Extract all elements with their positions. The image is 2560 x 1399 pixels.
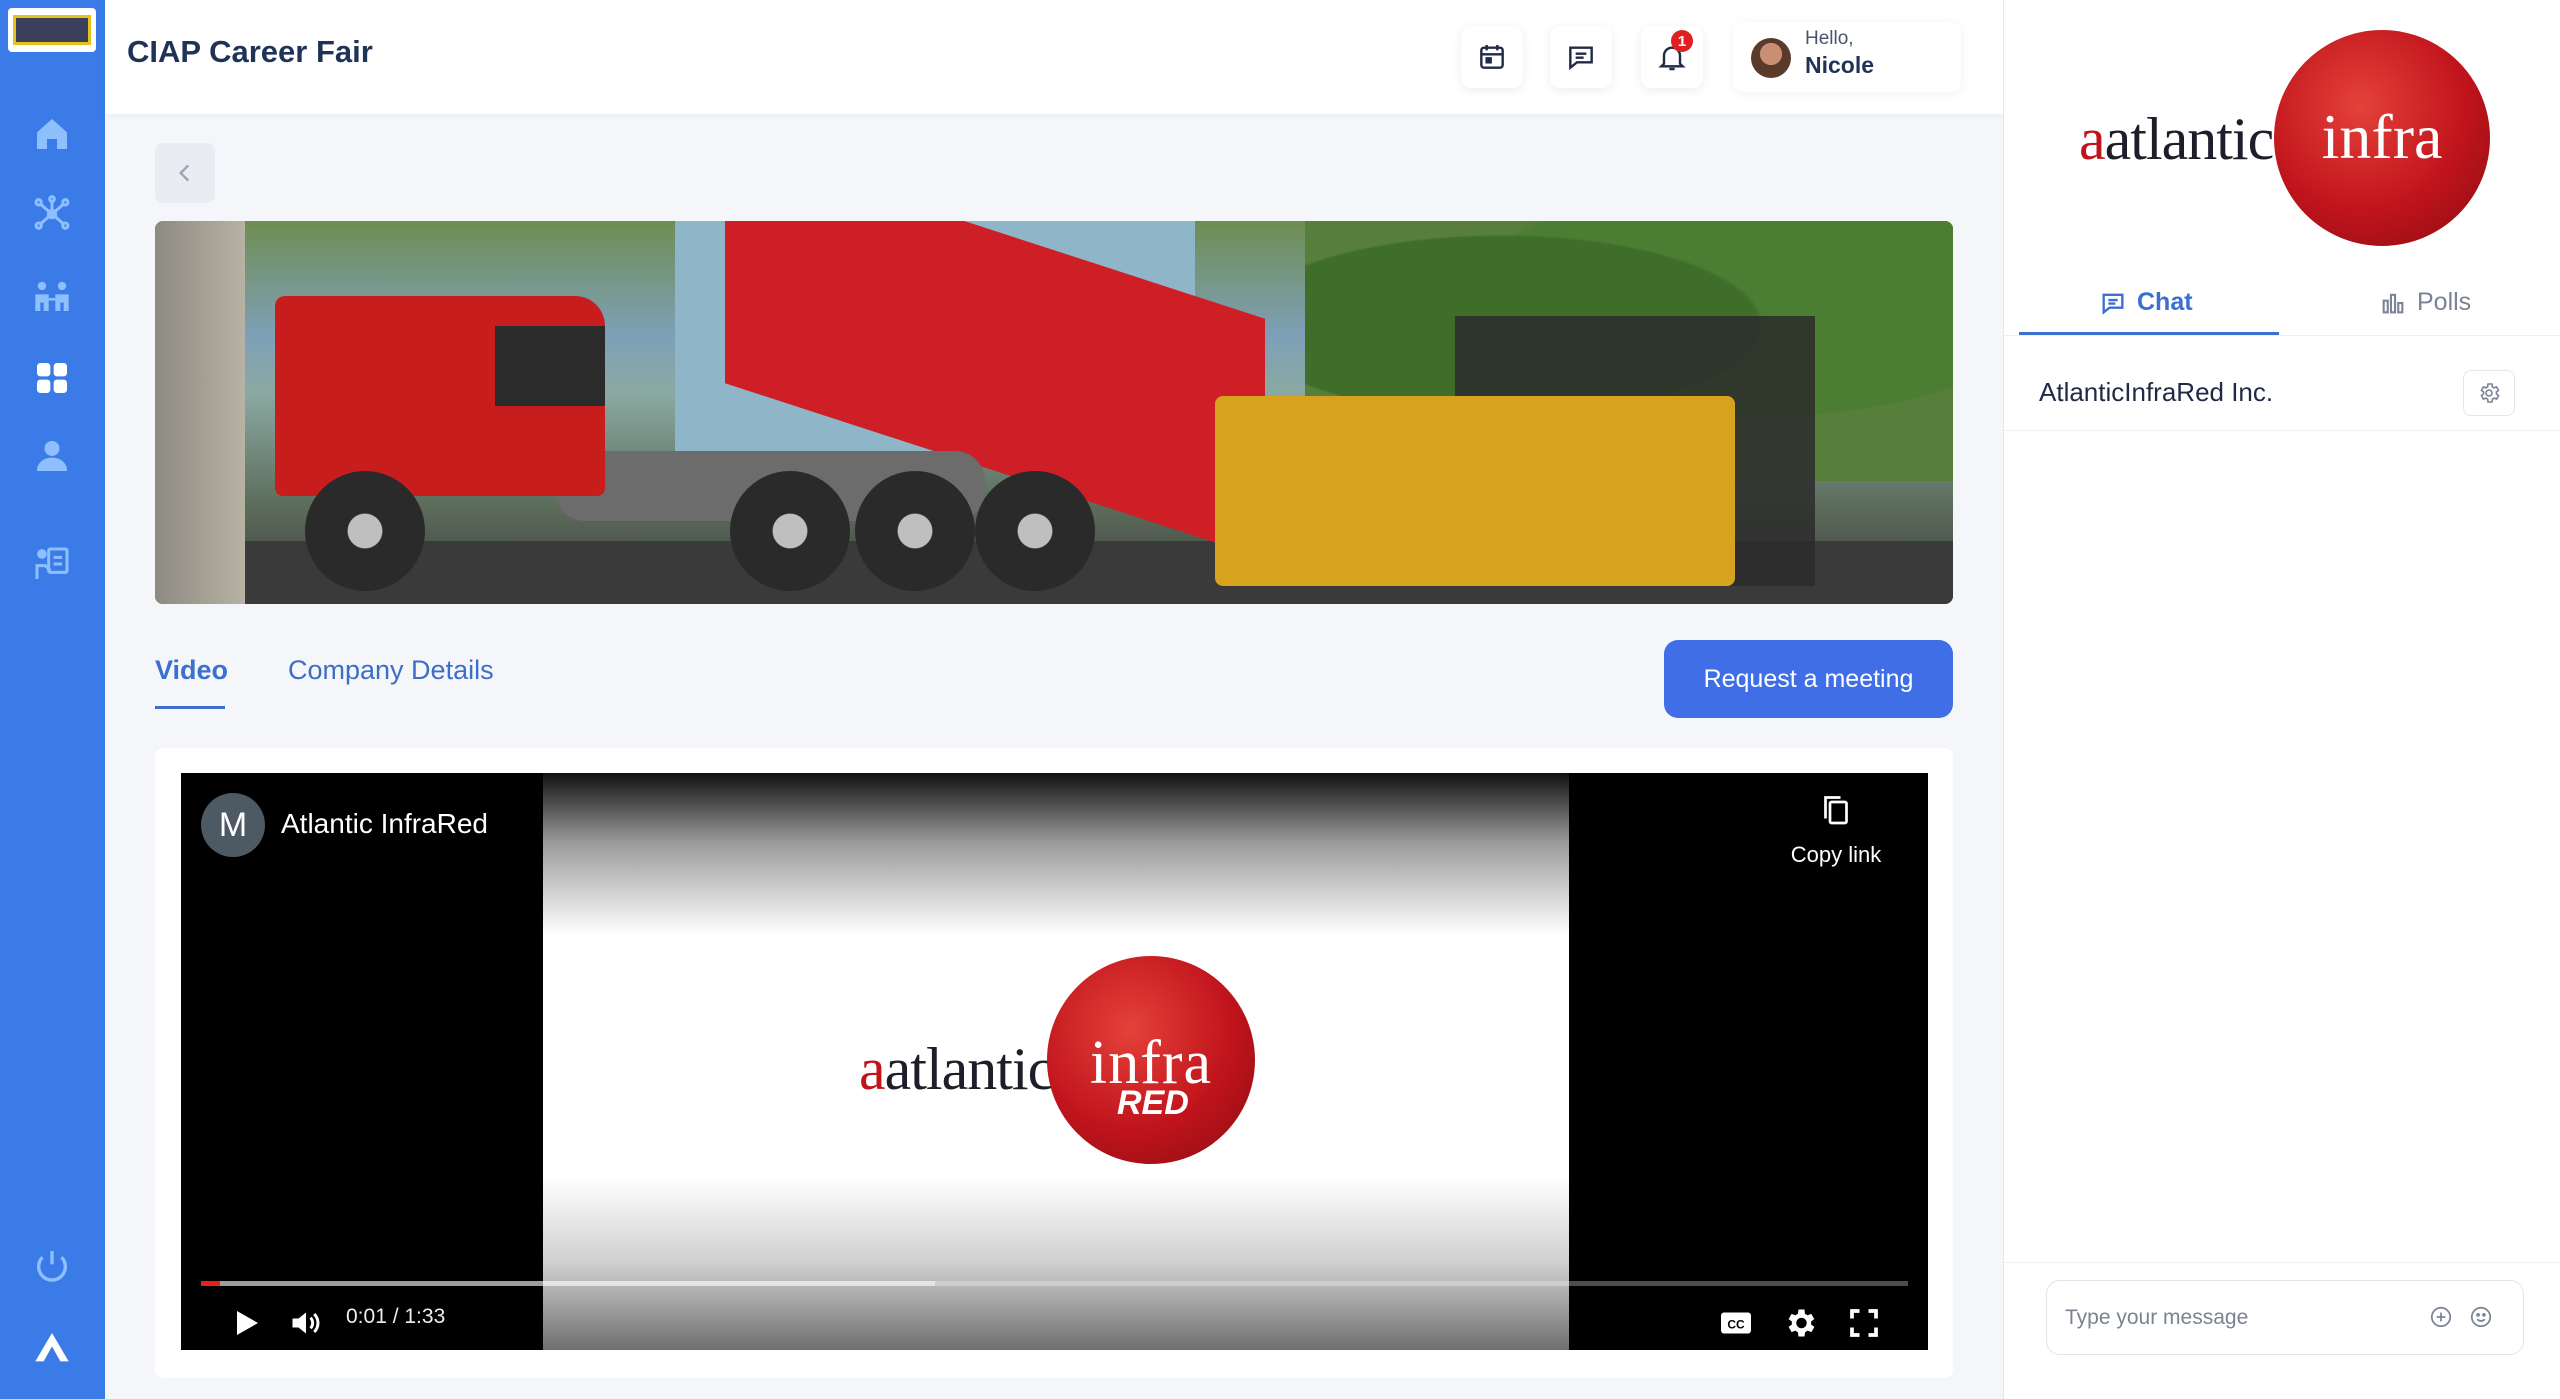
play-button[interactable] [221, 1300, 271, 1346]
chevron-left-icon [178, 164, 190, 182]
active-tab-indicator [155, 706, 225, 709]
company-logo-infra: infra [2321, 101, 2443, 172]
lounge-icon[interactable] [26, 538, 78, 590]
copy-icon [1824, 796, 1848, 825]
video-time: 0:01 / 1:33 [346, 1305, 446, 1328]
video-player[interactable]: aatlantic infra RED M Atlantic InfraRed … [181, 773, 1928, 1350]
played-bar [201, 1281, 220, 1286]
chat-bubble-icon [1569, 46, 1593, 71]
channel-avatar[interactable]: M [201, 793, 265, 857]
network-icon[interactable] [26, 188, 78, 240]
company-logo-wordmark: aatlantic [2079, 106, 2274, 172]
captions-icon: CC [1721, 1312, 1751, 1334]
chat-room-name: AtlanticInfraRed Inc. [2039, 377, 2274, 407]
company-logo-ball: infra [2274, 30, 2490, 246]
greeting-text: Hello, [1805, 28, 1854, 49]
top-bar: CIAP Career Fair 1 Hello, Nicole [105, 0, 2003, 114]
messages-button[interactable] [1550, 26, 1612, 88]
company-banner-image [155, 221, 1953, 604]
app-root: CIAP Career Fair 1 Hello, Nicole Video C… [0, 0, 2560, 1399]
power-icon[interactable] [26, 1240, 78, 1292]
chat-panel: aatlantic infra Chat Polls AtlanticInfra… [2003, 0, 2560, 1399]
chat-settings-button[interactable] [2463, 370, 2515, 416]
networking-people-icon[interactable] [26, 270, 78, 322]
calendar-button[interactable] [1461, 26, 1523, 88]
fullscreen-icon [1850, 1309, 1878, 1337]
copy-link-button[interactable]: Copy link [1781, 793, 1891, 868]
video-title[interactable]: Atlantic InfraRed [281, 808, 488, 840]
tab-polls-label: Polls [2417, 288, 2472, 316]
volume-button[interactable] [281, 1300, 331, 1346]
svg-text:CC: CC [1727, 1317, 1745, 1331]
video-logo-wordmark: aatlantic [859, 1036, 1054, 1102]
message-composer [2046, 1280, 2524, 1355]
divider [2004, 335, 2560, 336]
buffered-bar [201, 1281, 935, 1286]
smiley-icon [2470, 1306, 2492, 1328]
attach-button[interactable] [2425, 1301, 2457, 1333]
tab-chat-label: Chat [2137, 288, 2193, 316]
back-button[interactable] [155, 143, 215, 203]
captions-button[interactable]: CC [1711, 1300, 1761, 1346]
tab-chat[interactable]: Chat [2099, 288, 2193, 317]
page-title: CIAP Career Fair [127, 34, 373, 69]
tab-polls[interactable]: Polls [2379, 288, 2471, 317]
copy-link-label: Copy link [1790, 842, 1882, 867]
divider [2004, 430, 2560, 431]
left-sidebar [0, 0, 105, 1399]
gear-icon [1788, 1309, 1815, 1337]
active-tab-indicator [2019, 332, 2279, 335]
notification-badge: 1 [1671, 30, 1693, 52]
bar-chart-icon [2382, 293, 2404, 313]
request-meeting-button[interactable]: Request a meeting [1664, 640, 1953, 718]
video-progress-bar[interactable] [201, 1281, 1908, 1286]
booths-grid-icon[interactable] [26, 352, 78, 404]
event-logo[interactable] [8, 8, 96, 52]
fullscreen-button[interactable] [1839, 1300, 1889, 1346]
profile-icon[interactable] [26, 430, 78, 482]
avatar [1751, 38, 1791, 78]
divider [2004, 1262, 2560, 1263]
emoji-button[interactable] [2465, 1301, 2497, 1333]
plus-circle-icon [2430, 1306, 2452, 1328]
video-logo-red: RED [1117, 1084, 1189, 1122]
video-settings-button[interactable] [1775, 1300, 1825, 1346]
volume-icon [292, 1312, 320, 1334]
app-brand-icon[interactable] [26, 1322, 78, 1374]
tab-video[interactable]: Video [155, 655, 228, 686]
user-menu[interactable]: Hello, Nicole [1733, 22, 1961, 92]
gear-icon [2480, 383, 2500, 403]
user-name: Nicole [1805, 52, 1875, 78]
message-input[interactable] [2065, 1299, 2415, 1337]
calendar-icon [1480, 45, 1504, 69]
home-icon[interactable] [26, 108, 78, 160]
chat-bubble-icon [2102, 293, 2124, 315]
notifications-button[interactable]: 1 [1641, 26, 1703, 88]
video-logo-ball: infra RED [1047, 956, 1255, 1164]
tab-company-details[interactable]: Company Details [288, 655, 494, 686]
play-icon [237, 1311, 258, 1335]
